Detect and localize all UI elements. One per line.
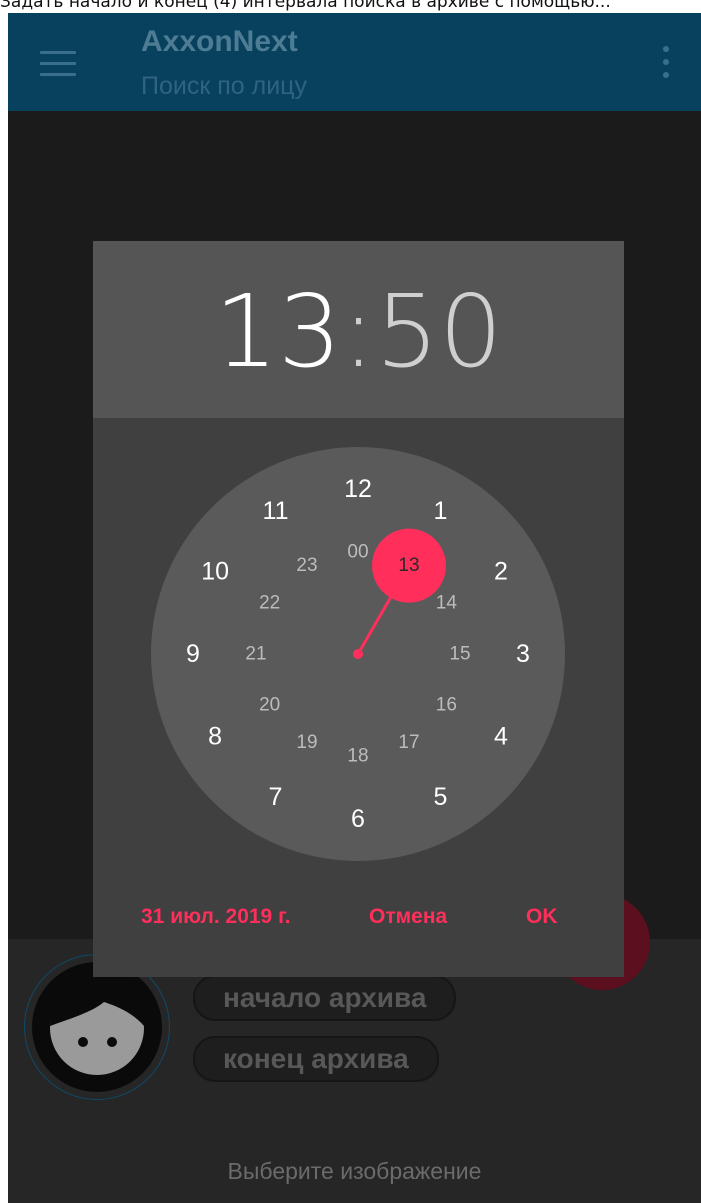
time-display: 13:50 xyxy=(93,277,624,387)
minute-display[interactable]: 50 xyxy=(375,273,502,390)
hamburger-menu-icon[interactable] xyxy=(40,51,76,77)
cancel-button[interactable]: Отмена xyxy=(369,905,447,929)
date-button[interactable]: 31 июл. 2019 г. xyxy=(141,905,291,929)
phone-screen: AxxonNext Поиск по лицу начало архива ко… xyxy=(8,13,701,1203)
time-separator: : xyxy=(341,273,376,390)
clock-hour-21[interactable]: 21 xyxy=(245,644,266,665)
clock-hour-10[interactable]: 10 xyxy=(201,558,229,586)
clock-hour-23[interactable]: 23 xyxy=(296,555,317,576)
archive-end-button[interactable]: конец архива xyxy=(193,1036,439,1082)
clock-hour-7[interactable]: 7 xyxy=(269,783,283,811)
page-caption: Задать начало и конец (4) интервала поис… xyxy=(0,0,611,12)
clock-hour-20[interactable]: 20 xyxy=(259,695,280,716)
ok-button[interactable]: OK xyxy=(526,905,558,929)
more-vert-icon[interactable] xyxy=(661,46,671,80)
archive-start-button[interactable]: начало архива xyxy=(193,975,457,1021)
clock-hour-1[interactable]: 1 xyxy=(434,497,448,525)
clock-hour-16[interactable]: 16 xyxy=(436,695,457,716)
clock-hour-3[interactable]: 3 xyxy=(516,640,530,668)
clock-face[interactable]: 121234567891011001314151617181920212223 xyxy=(151,447,565,861)
app-subtitle: Поиск по лицу xyxy=(141,72,307,100)
hour-display[interactable]: 13 xyxy=(214,273,341,390)
clock-hour-2[interactable]: 2 xyxy=(494,558,508,586)
clock-hour-6[interactable]: 6 xyxy=(351,805,365,833)
clock-hour-19[interactable]: 19 xyxy=(296,732,317,753)
clock-center-dot xyxy=(353,649,363,659)
clock-hour-8[interactable]: 8 xyxy=(208,723,222,751)
clock-hour-9[interactable]: 9 xyxy=(186,640,200,668)
clock-hour-14[interactable]: 14 xyxy=(436,593,458,614)
clock-hour-18[interactable]: 18 xyxy=(347,746,368,767)
face-avatar-icon[interactable] xyxy=(32,962,162,1092)
clock-hour-11[interactable]: 11 xyxy=(263,497,289,525)
time-picker-dialog: 13:50 12 1 2 3 4 5 6 7 8 9 10 11 00 13 14 15 16 17 18 19 20 2… xyxy=(93,241,624,977)
clock-hour-4[interactable]: 4 xyxy=(494,723,508,751)
clock-hour-13[interactable]: 13 xyxy=(398,555,419,576)
clock-hour-5[interactable]: 5 xyxy=(434,783,448,811)
time-header: 13:50 xyxy=(93,241,624,418)
app-bar: AxxonNext Поиск по лицу xyxy=(8,13,701,111)
clock-hour-00[interactable]: 00 xyxy=(347,542,368,563)
app-title: AxxonNext xyxy=(141,25,298,58)
clock-hour-22[interactable]: 22 xyxy=(259,593,280,614)
clock-hour-15[interactable]: 15 xyxy=(449,644,470,665)
clock-hour-17[interactable]: 17 xyxy=(398,732,419,753)
select-image-hint: Выберите изображение xyxy=(227,1158,482,1184)
clock-hour-12[interactable]: 12 xyxy=(344,475,372,503)
